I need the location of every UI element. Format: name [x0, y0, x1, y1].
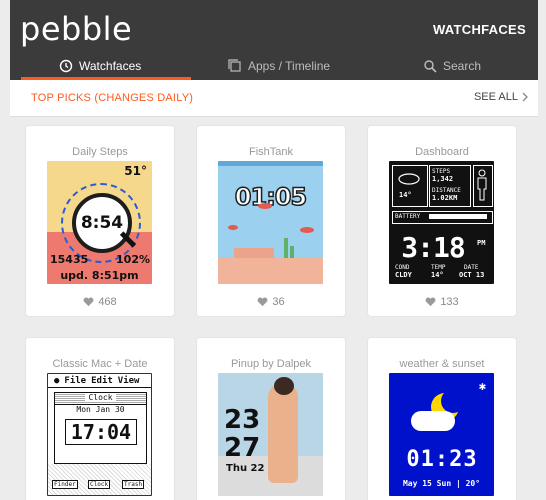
watchface-card-daily-steps[interactable]: Daily Steps 8:54 51° 15435 102% upd. 8:5… — [26, 126, 174, 316]
fish-shape — [228, 225, 238, 230]
weather-time: 01:23 — [406, 447, 478, 472]
distance-value: 1.02KM — [432, 194, 458, 202]
menu-view: View — [117, 375, 140, 386]
menu-file: File — [64, 375, 87, 386]
mac-menubar: ● File Edit View — [48, 374, 151, 388]
watchface-preview: 23 27 Thu 22 — [218, 373, 323, 496]
tab-search[interactable]: Search — [423, 52, 481, 80]
steps-label: STEPS — [432, 168, 451, 175]
mac-window-title: Clock — [85, 393, 116, 402]
tab-search-label: Search — [443, 59, 482, 73]
tab-watchfaces-label: Watchfaces — [79, 59, 142, 73]
watchface-preview: 01:05 — [218, 161, 323, 284]
watchface-preview: 14° STEPS 1,342 DISTANCE 1.02KM BATTERY … — [389, 161, 494, 284]
sand-floor — [218, 258, 323, 284]
pinup-hair — [274, 377, 294, 395]
mac-time: 17:04 — [65, 419, 137, 445]
dash-ampm: PM — [477, 239, 486, 247]
battery-label: BATTERY — [395, 213, 421, 220]
watchface-preview: ✱ 01:23 May 15 Sun | 20° — [389, 373, 494, 496]
pebble-logo[interactable]: pebble — [20, 10, 132, 48]
water-surface — [218, 161, 323, 166]
watchface-card-dashboard[interactable]: Dashboard 14° STEPS 1,342 DISTANCE 1.02K… — [368, 126, 516, 316]
app-header: pebble WATCHFACES Watchfaces Apps / Time… — [10, 0, 538, 80]
chevron-right-icon — [522, 92, 528, 102]
pinup-hour: 23 — [224, 405, 261, 435]
watchface-card-classic-mac[interactable]: Classic Mac + Date ● File Edit View Cloc… — [26, 338, 174, 500]
tab-apps-label: Apps / Timeline — [248, 59, 331, 73]
preview-temp: 51° — [124, 164, 147, 178]
heart-icon[interactable] — [257, 297, 268, 307]
top-picks-title: TOP PICKS (CHANGES DAILY) — [31, 92, 194, 104]
pinup-date: Thu 22 — [226, 463, 265, 474]
like-count: 468 — [26, 296, 174, 308]
mac-desktop: Finder Clock Trash — [48, 464, 151, 495]
preview-time: 8:54 — [72, 193, 132, 253]
battery-bar — [429, 214, 487, 219]
moon-shadow — [441, 389, 465, 413]
card-title: Pinup by Dalpek — [230, 358, 312, 370]
tab-apps-timeline[interactable]: Apps / Timeline — [228, 52, 330, 80]
fish-shape — [258, 203, 272, 209]
temp-value: 14° — [431, 271, 444, 279]
dash-temp: 14° — [399, 191, 412, 199]
finder-icon: Finder — [52, 480, 78, 489]
weather-date: May 15 Sun | 20° — [402, 479, 481, 488]
clock-app-icon: Clock — [88, 480, 111, 489]
mac-window: Clock Mon Jan 30 17:04 — [54, 392, 147, 464]
date-value: OCT 13 — [459, 271, 485, 279]
mac-date: Mon Jan 30 — [76, 405, 125, 414]
preview-steps: 15435 — [50, 253, 89, 266]
pinup-minute: 27 — [224, 433, 261, 463]
pebble-app: pebble WATCHFACES Watchfaces Apps / Time… — [0, 0, 546, 500]
card-title: Dashboard — [415, 146, 469, 158]
watchface-card-weather-sunset[interactable]: weather & sunset ✱ 01:23 May 15 Sun | 20… — [368, 338, 516, 500]
steps-value: 1,342 — [432, 175, 454, 183]
like-count-value: 36 — [272, 296, 285, 308]
bluetooth-icon: ✱ — [478, 379, 486, 393]
preview-updated: upd. 8:51pm — [60, 269, 139, 282]
like-count: 36 — [197, 296, 345, 308]
menu-edit: Edit — [91, 375, 113, 386]
card-title: FishTank — [248, 146, 294, 158]
cloud-icon — [398, 173, 420, 185]
temp-label: TEMP — [431, 264, 446, 271]
card-title: Daily Steps — [72, 146, 128, 158]
cond-value: CLDY — [395, 271, 412, 279]
like-count-value: 468 — [98, 296, 117, 308]
heart-icon[interactable] — [425, 297, 436, 307]
trash-icon: Trash — [122, 480, 145, 489]
tab-bar: Watchfaces Apps / Timeline Search — [10, 52, 538, 80]
card-title: Classic Mac + Date — [52, 358, 148, 370]
tab-watchfaces[interactable]: Watchfaces — [21, 52, 192, 80]
distance-label: DISTANCE — [432, 187, 461, 194]
cloud-shape — [411, 411, 455, 431]
page-title: WATCHFACES — [432, 22, 526, 37]
watchface-preview: ● File Edit View Clock Mon Jan 30 17:04 … — [47, 373, 152, 496]
person-icon — [477, 169, 487, 201]
pinup-figure — [268, 383, 298, 483]
top-picks-bar: TOP PICKS (CHANGES DAILY) SEE ALL — [10, 80, 538, 117]
see-all-label: SEE ALL — [473, 91, 518, 103]
fish-shape — [300, 227, 314, 233]
watchface-preview: 8:54 51° 15435 102% upd. 8:51pm — [47, 161, 152, 284]
see-all-link[interactable]: SEE ALL — [474, 91, 528, 103]
preview-battery: 102% — [116, 253, 150, 266]
heart-icon[interactable] — [83, 297, 94, 307]
apple-icon: ● — [54, 375, 60, 386]
clock-icon — [59, 59, 73, 73]
watchface-card-pinup[interactable]: Pinup by Dalpek 23 27 Thu 22 — [197, 338, 345, 500]
search-icon — [424, 60, 437, 73]
watchface-card-fishtank[interactable]: FishTank 01:05 36 — [197, 126, 345, 316]
like-count-value: 133 — [440, 296, 459, 308]
like-count: 133 — [368, 296, 516, 308]
card-title: weather & sunset — [399, 358, 485, 370]
dash-time: 3:18 — [401, 231, 465, 264]
mac-window-titlebar: Clock — [55, 393, 146, 405]
date-label: DATE — [464, 264, 479, 271]
cond-label: COND — [395, 264, 410, 271]
apps-icon — [228, 59, 241, 72]
